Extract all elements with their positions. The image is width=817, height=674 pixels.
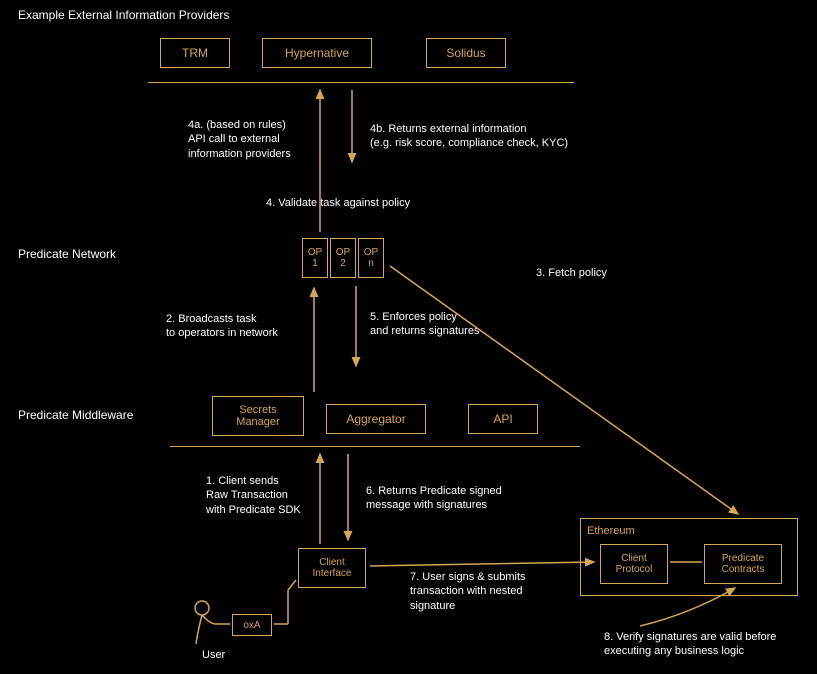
box-predicate-contracts: Predicate Contracts	[704, 544, 782, 584]
box-secrets-manager: Secrets Manager	[212, 396, 304, 436]
ethereum-title: Ethereum	[587, 525, 635, 537]
step-4a: 4a. (based on rules) API call to externa…	[188, 118, 291, 161]
step-3: 3. Fetch policy	[536, 266, 607, 280]
divider-providers	[148, 82, 574, 83]
opn-label: OP n	[364, 247, 378, 269]
box-op1: OP 1	[302, 238, 328, 278]
box-user-address: oxA	[232, 614, 272, 636]
box-api: API	[468, 404, 538, 434]
box-client-interface: Client Interface	[298, 548, 366, 588]
step-1: 1. Client sends Raw Transaction with Pre…	[206, 474, 301, 517]
step-2: 2. Broadcasts task to operators in netwo…	[166, 312, 278, 341]
box-hypernative: Hypernative	[262, 38, 372, 68]
step-6: 6. Returns Predicate signed message with…	[366, 484, 502, 513]
step-5: 5. Enforces policy and returns signature…	[370, 310, 479, 339]
step-4: 4. Validate task against policy	[266, 196, 410, 210]
box-client-protocol: Client Protocol	[600, 544, 668, 584]
box-solidus: Solidus	[426, 38, 506, 68]
section-title-network: Predicate Network	[18, 247, 116, 261]
section-title-providers: Example External Information Providers	[18, 8, 229, 22]
divider-middleware	[170, 446, 580, 447]
box-opn: OP n	[358, 238, 384, 278]
op1-label: OP 1	[308, 247, 322, 269]
step-4b: 4b. Returns external information (e.g. r…	[370, 122, 568, 151]
box-aggregator: Aggregator	[326, 404, 426, 434]
box-op2: OP 2	[330, 238, 356, 278]
step-8: 8. Verify signatures are valid before ex…	[604, 630, 776, 659]
section-title-middleware: Predicate Middleware	[18, 408, 133, 422]
step-7: 7. User signs & submits transaction with…	[410, 570, 526, 613]
box-trm: TRM	[160, 38, 230, 68]
op2-label: OP 2	[336, 247, 350, 269]
user-label: User	[202, 648, 225, 662]
